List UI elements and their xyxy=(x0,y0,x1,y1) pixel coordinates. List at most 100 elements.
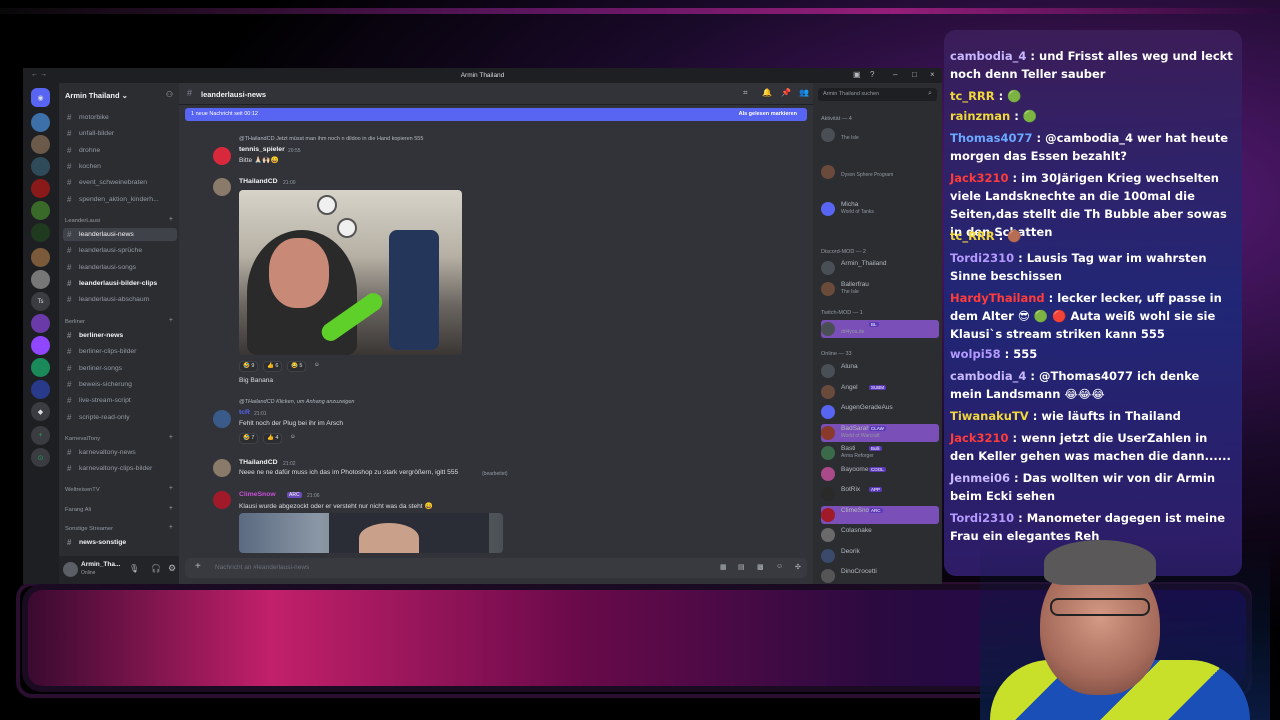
channel-item[interactable]: # scripte-read-only xyxy=(63,411,177,424)
channel-item[interactable]: # live-stream-script xyxy=(63,394,177,407)
add-friend-icon[interactable]: ⚇ xyxy=(166,90,173,99)
chat-username[interactable]: Jack3210 xyxy=(950,431,1009,445)
add-channel-icon[interactable]: + xyxy=(169,524,173,531)
avatar[interactable] xyxy=(213,410,231,428)
chat-username[interactable]: cambodia_4 xyxy=(950,49,1026,63)
message-author[interactable]: THailandCD xyxy=(239,178,278,185)
search-input[interactable]: Armin Thailand suchen xyxy=(818,88,937,101)
server-icon[interactable] xyxy=(31,358,50,377)
explore-icon[interactable]: ⊙ xyxy=(31,448,50,467)
channel-item[interactable]: # karnevaltony-news xyxy=(63,446,177,459)
member-item[interactable]: ClimeSnow ARC xyxy=(821,505,939,524)
member-item[interactable]: Colasnake xyxy=(821,526,939,544)
member-item[interactable]: The Isle xyxy=(821,126,939,144)
member-item[interactable]: BadSarah World of Warcraft CLAW xyxy=(821,423,939,442)
message-image[interactable] xyxy=(239,513,503,553)
channel-item[interactable]: # karnevaltony-clips-bilder xyxy=(63,462,177,475)
pin-icon[interactable]: 📌 xyxy=(781,88,791,97)
member-item[interactable]: AugenGeradeAus xyxy=(821,403,939,421)
server-icon[interactable] xyxy=(31,201,50,220)
message-author[interactable]: THailandCD xyxy=(239,459,278,466)
server-icon[interactable] xyxy=(31,113,50,132)
server-icon[interactable] xyxy=(31,314,50,333)
channel-item[interactable]: # berliner-clips-bilder xyxy=(63,345,177,358)
diamond-icon[interactable]: ◆ xyxy=(31,402,50,421)
channel-item[interactable]: # berliner-songs xyxy=(63,362,177,375)
gift-icon[interactable]: ▦ xyxy=(720,563,727,571)
chat-username[interactable]: wolpi58 xyxy=(950,347,1001,361)
server-icon[interactable] xyxy=(31,135,50,154)
emoji-icon[interactable]: ☺ xyxy=(776,563,783,570)
server-icon[interactable] xyxy=(31,223,50,242)
member-item[interactable]: BotRix APP xyxy=(821,485,939,503)
reply-preview[interactable]: @THailandCD Jetzt müsst man ihm noch n d… xyxy=(239,136,423,142)
server-icon[interactable] xyxy=(31,336,50,355)
server-name[interactable]: Armin Thailand ⌄ xyxy=(65,91,128,100)
server-icon-ts[interactable]: Ts xyxy=(31,292,50,311)
reaction-chip[interactable]: 😂 5 xyxy=(287,361,307,372)
message-author[interactable]: tennis_spieler xyxy=(239,146,285,153)
member-item[interactable]: Deorik xyxy=(821,547,939,565)
chat-username[interactable]: Tordi2310 xyxy=(950,511,1014,525)
channel-item[interactable]: # beweis-sicherung xyxy=(63,378,177,391)
add-reaction-icon[interactable]: ☺ xyxy=(311,361,323,372)
add-server-icon[interactable]: + xyxy=(31,426,50,445)
chat-username[interactable]: TiwanakuTV xyxy=(950,409,1029,423)
server-icon[interactable] xyxy=(31,157,50,176)
member-item[interactable]: Bayoome COOL xyxy=(821,465,939,483)
headphones-icon[interactable]: 🎧 xyxy=(151,564,161,573)
category-sonstige[interactable]: Sonstige Streamer xyxy=(65,526,113,532)
chat-username[interactable]: tc_RRR xyxy=(950,229,995,243)
add-channel-icon[interactable]: + xyxy=(169,485,173,492)
avatar[interactable] xyxy=(213,178,231,196)
channel-item[interactable]: # leanderlausi-news xyxy=(63,228,177,241)
chat-username[interactable]: cambodia_4 xyxy=(950,369,1026,383)
message-author[interactable]: ClimeSnow xyxy=(239,491,276,498)
message-image[interactable] xyxy=(239,190,462,355)
channel-item[interactable]: # spenden_aktion_kinderh... xyxy=(63,193,177,206)
channel-item[interactable]: # kochen xyxy=(63,160,177,173)
mark-read-button[interactable]: Als gelesen markieren xyxy=(739,108,797,121)
avatar[interactable] xyxy=(63,562,78,577)
channel-item[interactable]: # drohne xyxy=(63,144,177,157)
server-icon-armin-thailand[interactable] xyxy=(31,248,50,267)
member-item[interactable]: DinoCrocetti xyxy=(821,567,939,584)
channel-item[interactable]: # news-sonstige xyxy=(63,536,177,549)
chat-username[interactable]: Jack3210 xyxy=(950,171,1009,185)
server-icon[interactable] xyxy=(31,380,50,399)
channel-item[interactable]: # motorbike xyxy=(63,111,177,124)
chat-username[interactable]: Jenmei06 xyxy=(950,471,1010,485)
apps-icon[interactable]: ✣ xyxy=(795,563,801,571)
member-item[interactable]: Angel SUBM xyxy=(821,383,939,401)
bell-icon[interactable]: 🔔 xyxy=(762,88,772,97)
add-channel-icon[interactable]: + xyxy=(169,216,173,223)
chat-username[interactable]: HardyThailand xyxy=(950,291,1045,305)
channel-item[interactable]: # leanderlausi-abschaum xyxy=(63,293,177,306)
member-item[interactable]: Basti Arma Reforger Bulli xyxy=(821,444,939,462)
add-channel-icon[interactable]: + xyxy=(169,317,173,324)
member-item[interactable]: Aluna xyxy=(821,362,939,380)
add-channel-icon[interactable]: + xyxy=(169,434,173,441)
category-leanderlausi[interactable]: LeanderLausi xyxy=(65,218,100,224)
chat-username[interactable]: rainzman xyxy=(950,109,1010,123)
inbox-icon[interactable]: ▣ xyxy=(853,70,861,79)
gear-icon[interactable]: ⚙ xyxy=(168,563,176,574)
new-message-bar[interactable]: 1 neue Nachricht seit 00:12 Als gelesen … xyxy=(185,108,807,121)
channel-item[interactable]: # unfall-bilder xyxy=(63,127,177,140)
category-weltreisen[interactable]: WeltreisenTV xyxy=(65,487,100,493)
reaction-chip[interactable]: 👍 4 xyxy=(263,433,283,444)
member-item[interactable]: drl4you.de BL xyxy=(821,320,939,338)
add-channel-icon[interactable]: + xyxy=(169,505,173,512)
channel-item[interactable]: # leanderlausi-songs xyxy=(63,261,177,274)
reaction-chip[interactable]: 🤣 9 xyxy=(239,361,259,372)
sticker-icon[interactable]: ▩ xyxy=(757,563,764,571)
server-icon[interactable] xyxy=(31,179,50,198)
minimize-icon[interactable]: – xyxy=(893,70,897,79)
avatar[interactable] xyxy=(213,147,231,165)
avatar[interactable] xyxy=(213,491,231,509)
gif-icon[interactable]: ▤ xyxy=(738,563,745,571)
member-item[interactable]: Dyson Sphere Program xyxy=(821,163,939,181)
avatar[interactable] xyxy=(213,459,231,477)
threads-icon[interactable]: ⌗ xyxy=(743,88,748,98)
maximize-icon[interactable]: □ xyxy=(912,70,917,79)
